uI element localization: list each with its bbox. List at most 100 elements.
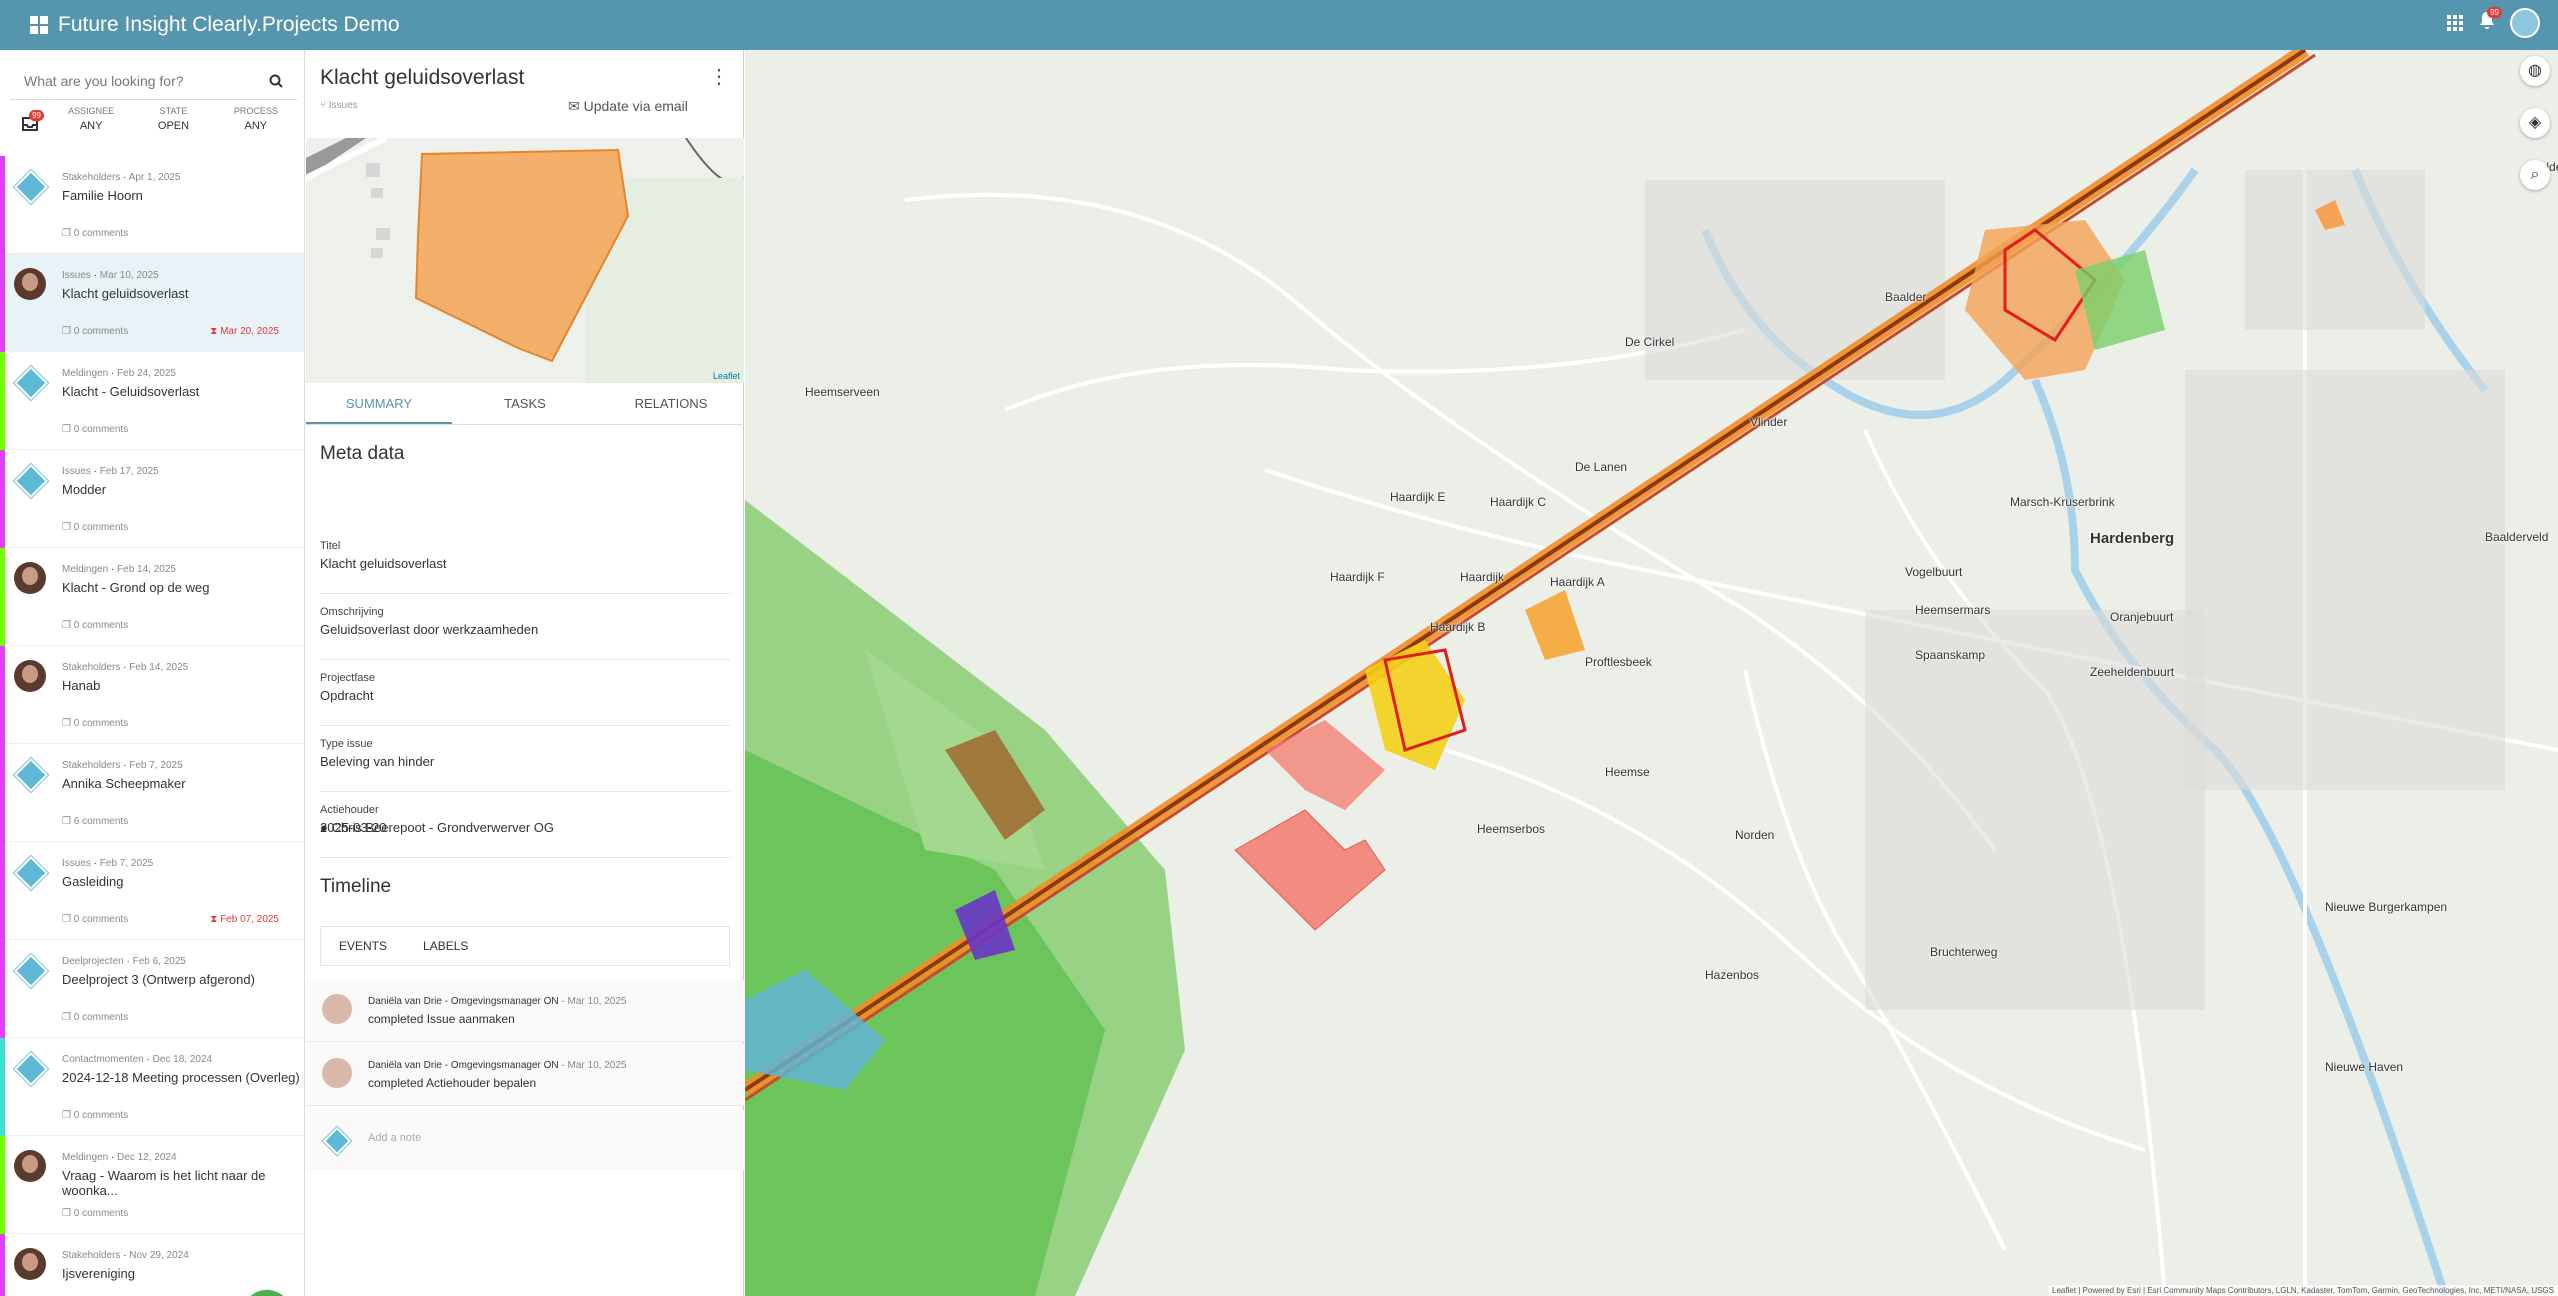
item-name: Vraag - Waarom is het licht naar de woon… (62, 1168, 266, 1198)
comment-count: 0 comments (73, 914, 129, 925)
item-date: Feb 14, 2025 (117, 564, 176, 575)
list-item[interactable]: Stakeholders · Nov 29, 2024 Ijsvereniging… (0, 1234, 304, 1296)
map-place-label: Oranjebuurt (2110, 610, 2174, 624)
search-icon[interactable] (269, 74, 283, 88)
dashboard-icon[interactable] (30, 16, 48, 34)
app-header: Future Insight Clearly.Projects Demo 99 (0, 0, 2558, 50)
item-name: Klacht - Geluidsoverlast (62, 384, 200, 399)
update-via-email-button[interactable]: ✉ Update via email (568, 98, 688, 115)
item-list: Stakeholders · Apr 1, 2025 Familie Hoorn ❐… (0, 156, 304, 1296)
basemap-button[interactable]: ◍ (2520, 56, 2550, 86)
layers-button[interactable]: ◈ (2520, 108, 2550, 138)
item-date: Feb 17, 2025 (99, 466, 159, 477)
item-type: Issues (62, 466, 91, 477)
category-stripe (0, 1234, 5, 1296)
map-place-label: Haardijk B (1430, 620, 1486, 634)
item-name: Gasleiding (62, 874, 124, 889)
item-date: Mar 10, 2025 (99, 270, 159, 281)
category-stripe (0, 1038, 5, 1136)
comment-icon: ❐ (62, 522, 74, 533)
map-place-label: Baalderveld (2485, 530, 2549, 544)
list-item[interactable]: Meldingen · Feb 14, 2025 Klacht - Grond o… (0, 548, 304, 646)
item-avatar (12, 952, 50, 990)
item-date: Feb 14, 2025 (129, 662, 189, 673)
item-name: Familie Hoorn (62, 188, 143, 203)
meta-field: Omschrijving Geluidsoverlast door werkzaa… (320, 594, 730, 660)
due-date: 2025-03-20 (320, 820, 387, 835)
state-filter[interactable]: STATE OPEN (132, 106, 214, 148)
detail-category-label: Issues (328, 100, 358, 111)
tab-tasks[interactable]: TASKS (452, 383, 598, 424)
map-search-button[interactable]: ⌕ (2520, 160, 2550, 190)
tab-events[interactable]: EVENTS (321, 939, 405, 953)
user-avatar[interactable] (2510, 8, 2540, 38)
list-item[interactable]: Issues · Feb 7, 2025 Gasleiding ❐ 0 commen… (0, 842, 304, 940)
detail-title: Klacht geluidsoverlast (320, 66, 525, 89)
more-options-icon[interactable]: ⋮ (709, 64, 729, 89)
event-action: completed Issue aanmaken (368, 1012, 515, 1026)
meta-field: Titel Klacht geluidsoverlast (320, 528, 730, 594)
minimap-canvas (306, 138, 744, 383)
field-value: Geluidsoverlast door werkzaamheden (320, 622, 539, 637)
detail-tabs: SUMMARY TASKS RELATIONS (306, 383, 744, 425)
map-place-label: De Lanen (1575, 460, 1628, 474)
item-comments: ❐ 0 comments (62, 424, 128, 435)
list-item[interactable]: Deelprojecten · Feb 6, 2025 Deelproject 3… (0, 940, 304, 1038)
comment-count: 0 comments (73, 1208, 129, 1219)
list-item[interactable]: Issues · Feb 17, 2025 Modder ❐ 0 comments (0, 450, 304, 548)
item-meta: Contactmomenten · Dec 18, 2024 (62, 1054, 213, 1065)
list-item[interactable]: Contactmomenten · Dec 18, 2024 2024-12-18… (0, 1038, 304, 1136)
item-avatar (14, 1150, 48, 1184)
list-item[interactable]: Stakeholders · Feb 7, 2025 Annika Scheepm… (0, 744, 304, 842)
list-item[interactable]: Issues · Mar 10, 2025 Klacht geluidsoverl… (0, 254, 304, 352)
map-attribution[interactable]: Leaflet | Powered by Esri | Esri Communi… (2048, 1285, 2558, 1296)
globe-icon: ◍ (2528, 62, 2542, 79)
field-value: Klacht geluidsoverlast (320, 556, 447, 571)
map-canvas (745, 50, 2558, 1296)
item-comments: ❐ 0 comments (62, 718, 128, 729)
item-avatar (12, 756, 50, 794)
notifications-button[interactable]: 99 (2478, 6, 2502, 36)
tab-labels[interactable]: LABELS (405, 939, 486, 953)
search-input[interactable]: What are you looking for? (10, 62, 297, 100)
map-place-label: Haardijk (1460, 570, 1505, 584)
tab-relations[interactable]: RELATIONS (598, 383, 744, 424)
add-note-input[interactable]: Add a note (368, 1132, 421, 1144)
list-item[interactable]: Stakeholders · Apr 1, 2025 Familie Hoorn ❐… (0, 156, 304, 254)
inbox-filter-button[interactable]: 99 (10, 106, 50, 148)
map-view[interactable]: Heemserveen De Cirkel Vlinder De Lanen Haard… (745, 50, 2558, 1296)
category-stripe (0, 1136, 5, 1234)
apps-grid-icon[interactable] (2446, 14, 2464, 32)
timeline-heading: Timeline (320, 876, 392, 897)
item-list-panel: What are you looking for? 99 ASSIGNEE ANY… (0, 50, 305, 1296)
tab-summary[interactable]: SUMMARY (306, 383, 452, 424)
item-date: Dec 18, 2024 (152, 1054, 213, 1065)
item-comments: ❐ 0 comments (62, 1012, 128, 1023)
add-note-row[interactable]: Add a note (306, 1110, 744, 1170)
map-place-label: Proftlesbeek (1585, 655, 1652, 669)
map-place-label: Heemserveen (805, 385, 880, 399)
location-minimap[interactable]: Leaflet (306, 138, 744, 383)
item-comments: ❐ 0 comments (62, 1208, 128, 1219)
map-place-label: De Cirkel (1625, 335, 1675, 349)
comment-count: 0 comments (73, 424, 129, 435)
map-place-label: Haardijk E (1390, 490, 1446, 504)
item-date: Feb 6, 2025 (132, 956, 186, 967)
item-avatar (12, 854, 50, 892)
item-avatar (14, 268, 48, 302)
process-filter[interactable]: PROCESS ANY (215, 106, 297, 148)
item-date: Nov 29, 2024 (129, 1250, 189, 1261)
item-type: Stakeholders (62, 1250, 121, 1261)
minimap-attribution[interactable]: Leaflet (713, 371, 740, 381)
assignee-filter[interactable]: ASSIGNEE ANY (50, 106, 132, 148)
list-item[interactable]: Meldingen · Dec 12, 2024 Vraag - Waarom i… (0, 1136, 304, 1234)
timeline-event: Daniëla van Drie - Omgevingsmanager ON ·… (306, 980, 744, 1042)
detail-panel: Klacht geluidsoverlast ⋮ ⑂ Issues ✉ Upda… (306, 50, 744, 1296)
list-item[interactable]: Meldingen · Feb 24, 2025 Klacht - Geluids… (0, 352, 304, 450)
search-placeholder: What are you looking for? (24, 72, 184, 89)
item-type: Issues (62, 270, 91, 281)
list-item[interactable]: Stakeholders · Feb 14, 2025 Hanab ❐ 0 comm… (0, 646, 304, 744)
comment-icon: ❐ (62, 620, 74, 631)
comment-icon: ❐ (62, 718, 74, 729)
item-meta: Meldingen · Dec 12, 2024 (62, 1152, 177, 1163)
